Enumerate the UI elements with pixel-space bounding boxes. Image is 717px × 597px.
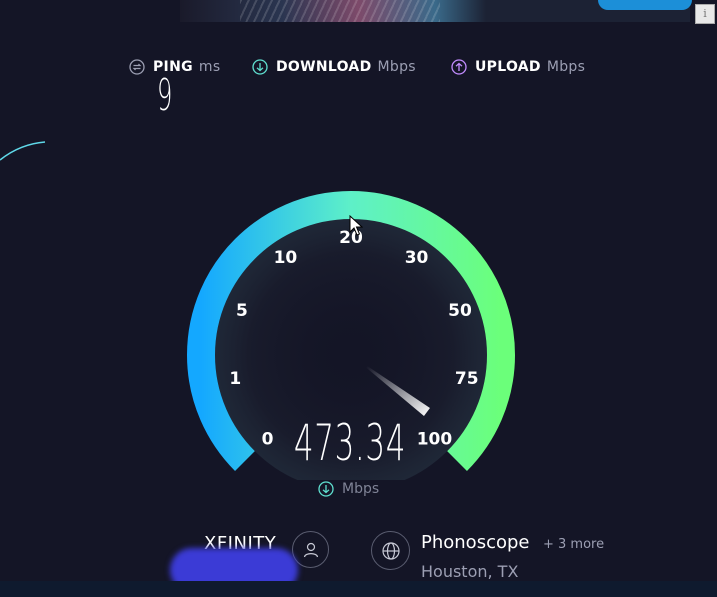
gauge-tick-label: 0: [262, 429, 274, 449]
server-name[interactable]: Phonoscope: [421, 532, 529, 553]
download-icon: [318, 481, 334, 497]
speed-result-value: 473.34: [293, 414, 407, 472]
ping-unit: ms: [198, 59, 221, 75]
user-icon[interactable]: [292, 531, 329, 568]
gauge-tick-label: 1: [229, 369, 241, 389]
gauge-tick-label: 30: [405, 248, 429, 268]
gauge-tick-label: 50: [448, 301, 472, 321]
info-icon[interactable]: i: [695, 4, 715, 24]
mouse-cursor-icon: [349, 215, 363, 236]
globe-icon[interactable]: [371, 531, 410, 570]
top-bar: i: [0, 0, 717, 24]
ping-value: 9: [157, 70, 173, 121]
gauge-tick-label: 100: [417, 429, 453, 449]
download-header: DOWNLOAD Mbps: [252, 56, 416, 78]
server-more-link[interactable]: + 3 more: [543, 537, 604, 552]
speed-result-unit-row: Mbps: [318, 479, 379, 499]
ping-icon: [129, 59, 145, 75]
download-unit: Mbps: [377, 59, 416, 75]
upload-label: UPLOAD: [475, 59, 541, 75]
ad-learn-more-button[interactable]: [598, 0, 692, 10]
download-label: DOWNLOAD: [276, 59, 372, 75]
decorative-arc: [0, 141, 46, 161]
download-icon: [252, 59, 268, 75]
bottom-strip: [0, 581, 717, 597]
gauge-tick-label: 5: [236, 301, 248, 321]
gauge-tick-label: 75: [455, 369, 479, 389]
upload-header: UPLOAD Mbps: [451, 56, 585, 78]
upload-icon: [451, 59, 467, 75]
ping-header: PING ms: [129, 56, 220, 78]
server-location: Houston, TX: [421, 562, 519, 581]
gauge-tick-label: 10: [274, 248, 298, 268]
upload-unit: Mbps: [546, 59, 586, 75]
speed-result-unit: Mbps: [342, 481, 380, 497]
